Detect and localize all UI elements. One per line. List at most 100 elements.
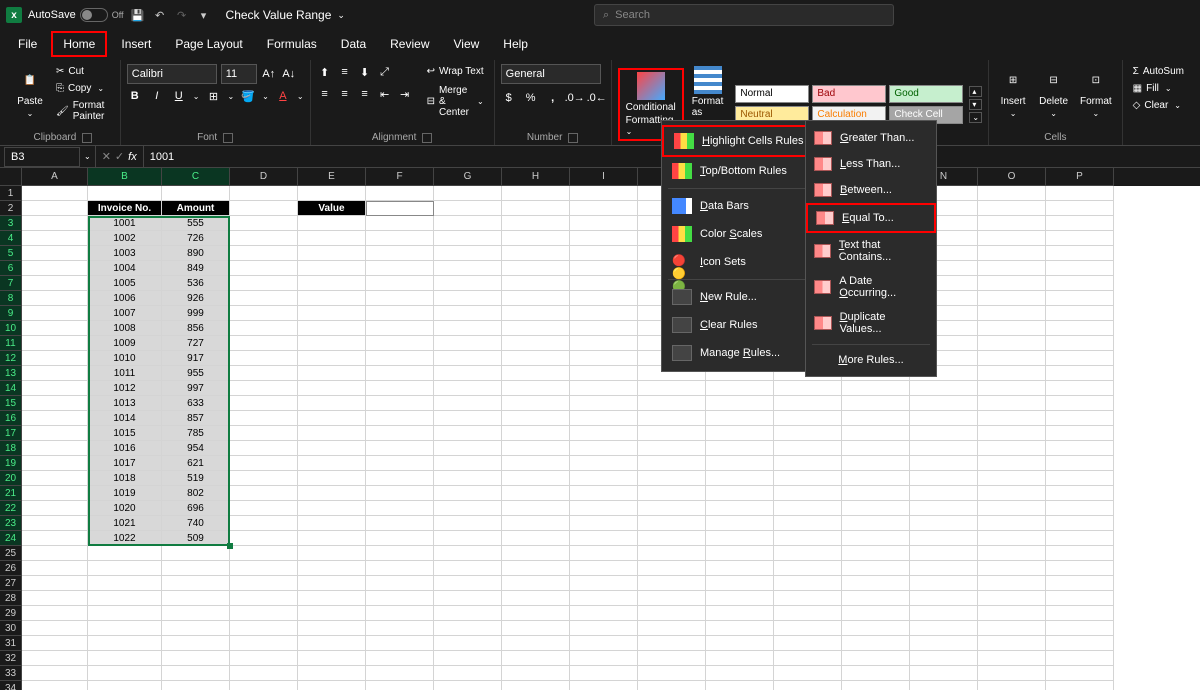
cell-G26[interactable] bbox=[434, 561, 502, 576]
cell-C20[interactable]: 519 bbox=[162, 471, 230, 486]
cell-L23[interactable] bbox=[774, 516, 842, 531]
cell-A13[interactable] bbox=[22, 366, 88, 381]
cell-G34[interactable] bbox=[434, 681, 502, 690]
cell-C5[interactable]: 890 bbox=[162, 246, 230, 261]
cell-H1[interactable] bbox=[502, 186, 570, 201]
cell-C12[interactable]: 917 bbox=[162, 351, 230, 366]
cell-O14[interactable] bbox=[978, 381, 1046, 396]
tab-data[interactable]: Data bbox=[331, 33, 376, 55]
cell-D8[interactable] bbox=[230, 291, 298, 306]
cell-C19[interactable]: 621 bbox=[162, 456, 230, 471]
cell-G29[interactable] bbox=[434, 606, 502, 621]
cell-D21[interactable] bbox=[230, 486, 298, 501]
chevron-down-icon[interactable]: ⌄ bbox=[193, 92, 200, 101]
cell-P14[interactable] bbox=[1046, 381, 1114, 396]
cell-P16[interactable] bbox=[1046, 411, 1114, 426]
cell-K16[interactable] bbox=[706, 411, 774, 426]
cell-G31[interactable] bbox=[434, 636, 502, 651]
cell-C16[interactable]: 857 bbox=[162, 411, 230, 426]
cell-D13[interactable] bbox=[230, 366, 298, 381]
cell-P7[interactable] bbox=[1046, 276, 1114, 291]
cell-E31[interactable] bbox=[298, 636, 366, 651]
cell-E6[interactable] bbox=[298, 261, 366, 276]
col-header-D[interactable]: D bbox=[230, 168, 298, 186]
cell-P15[interactable] bbox=[1046, 396, 1114, 411]
cell-J23[interactable] bbox=[638, 516, 706, 531]
cell-J17[interactable] bbox=[638, 426, 706, 441]
cell-F11[interactable] bbox=[366, 336, 434, 351]
cell-D27[interactable] bbox=[230, 576, 298, 591]
cell-H3[interactable] bbox=[502, 216, 570, 231]
cell-A24[interactable] bbox=[22, 531, 88, 546]
increase-indent-icon[interactable]: ⇥ bbox=[397, 86, 413, 102]
cell-I27[interactable] bbox=[570, 576, 638, 591]
cell-G3[interactable] bbox=[434, 216, 502, 231]
cell-O26[interactable] bbox=[978, 561, 1046, 576]
cell-O25[interactable] bbox=[978, 546, 1046, 561]
cell-O8[interactable] bbox=[978, 291, 1046, 306]
cell-P24[interactable] bbox=[1046, 531, 1114, 546]
cell-H9[interactable] bbox=[502, 306, 570, 321]
decrease-indent-icon[interactable]: ⇤ bbox=[377, 86, 393, 102]
cell-F8[interactable] bbox=[366, 291, 434, 306]
cell-I34[interactable] bbox=[570, 681, 638, 690]
cell-N34[interactable] bbox=[910, 681, 978, 690]
cell-H12[interactable] bbox=[502, 351, 570, 366]
cell-E20[interactable] bbox=[298, 471, 366, 486]
cell-N16[interactable] bbox=[910, 411, 978, 426]
cell-N23[interactable] bbox=[910, 516, 978, 531]
cell-O24[interactable] bbox=[978, 531, 1046, 546]
cell-J34[interactable] bbox=[638, 681, 706, 690]
cell-B30[interactable] bbox=[88, 621, 162, 636]
cell-F28[interactable] bbox=[366, 591, 434, 606]
cell-H17[interactable] bbox=[502, 426, 570, 441]
cell-I12[interactable] bbox=[570, 351, 638, 366]
cell-A17[interactable] bbox=[22, 426, 88, 441]
cell-N28[interactable] bbox=[910, 591, 978, 606]
cell-N19[interactable] bbox=[910, 456, 978, 471]
cell-I19[interactable] bbox=[570, 456, 638, 471]
cell-A19[interactable] bbox=[22, 456, 88, 471]
cell-P25[interactable] bbox=[1046, 546, 1114, 561]
cell-L18[interactable] bbox=[774, 441, 842, 456]
row-header-4[interactable]: 4 bbox=[0, 231, 22, 246]
cell-B14[interactable]: 1012 bbox=[88, 381, 162, 396]
cell-J31[interactable] bbox=[638, 636, 706, 651]
cell-C26[interactable] bbox=[162, 561, 230, 576]
row-header-10[interactable]: 10 bbox=[0, 321, 22, 336]
cell-L17[interactable] bbox=[774, 426, 842, 441]
cell-E21[interactable] bbox=[298, 486, 366, 501]
cell-J19[interactable] bbox=[638, 456, 706, 471]
cell-P1[interactable] bbox=[1046, 186, 1114, 201]
cell-A27[interactable] bbox=[22, 576, 88, 591]
cell-P21[interactable] bbox=[1046, 486, 1114, 501]
cell-D15[interactable] bbox=[230, 396, 298, 411]
cell-A28[interactable] bbox=[22, 591, 88, 606]
wrap-text-button[interactable]: ↩Wrap Text bbox=[423, 64, 488, 79]
cell-C17[interactable]: 785 bbox=[162, 426, 230, 441]
cell-O31[interactable] bbox=[978, 636, 1046, 651]
cell-I1[interactable] bbox=[570, 186, 638, 201]
row-header-16[interactable]: 16 bbox=[0, 411, 22, 426]
cell-I28[interactable] bbox=[570, 591, 638, 606]
cell-B12[interactable]: 1010 bbox=[88, 351, 162, 366]
cell-H24[interactable] bbox=[502, 531, 570, 546]
menu-text-contains[interactable]: Text that Contains... bbox=[806, 233, 936, 269]
cell-H32[interactable] bbox=[502, 651, 570, 666]
cell-P6[interactable] bbox=[1046, 261, 1114, 276]
cell-D4[interactable] bbox=[230, 231, 298, 246]
cell-O22[interactable] bbox=[978, 501, 1046, 516]
cell-E9[interactable] bbox=[298, 306, 366, 321]
qat-customize-icon[interactable]: ▾ bbox=[196, 7, 212, 23]
row-header-9[interactable]: 9 bbox=[0, 306, 22, 321]
cell-F30[interactable] bbox=[366, 621, 434, 636]
cell-D33[interactable] bbox=[230, 666, 298, 681]
cell-B24[interactable]: 1022 bbox=[88, 531, 162, 546]
cell-K22[interactable] bbox=[706, 501, 774, 516]
cell-E7[interactable] bbox=[298, 276, 366, 291]
cell-M20[interactable] bbox=[842, 471, 910, 486]
cell-L26[interactable] bbox=[774, 561, 842, 576]
cell-K28[interactable] bbox=[706, 591, 774, 606]
style-good[interactable]: Good bbox=[889, 85, 963, 103]
cell-C27[interactable] bbox=[162, 576, 230, 591]
